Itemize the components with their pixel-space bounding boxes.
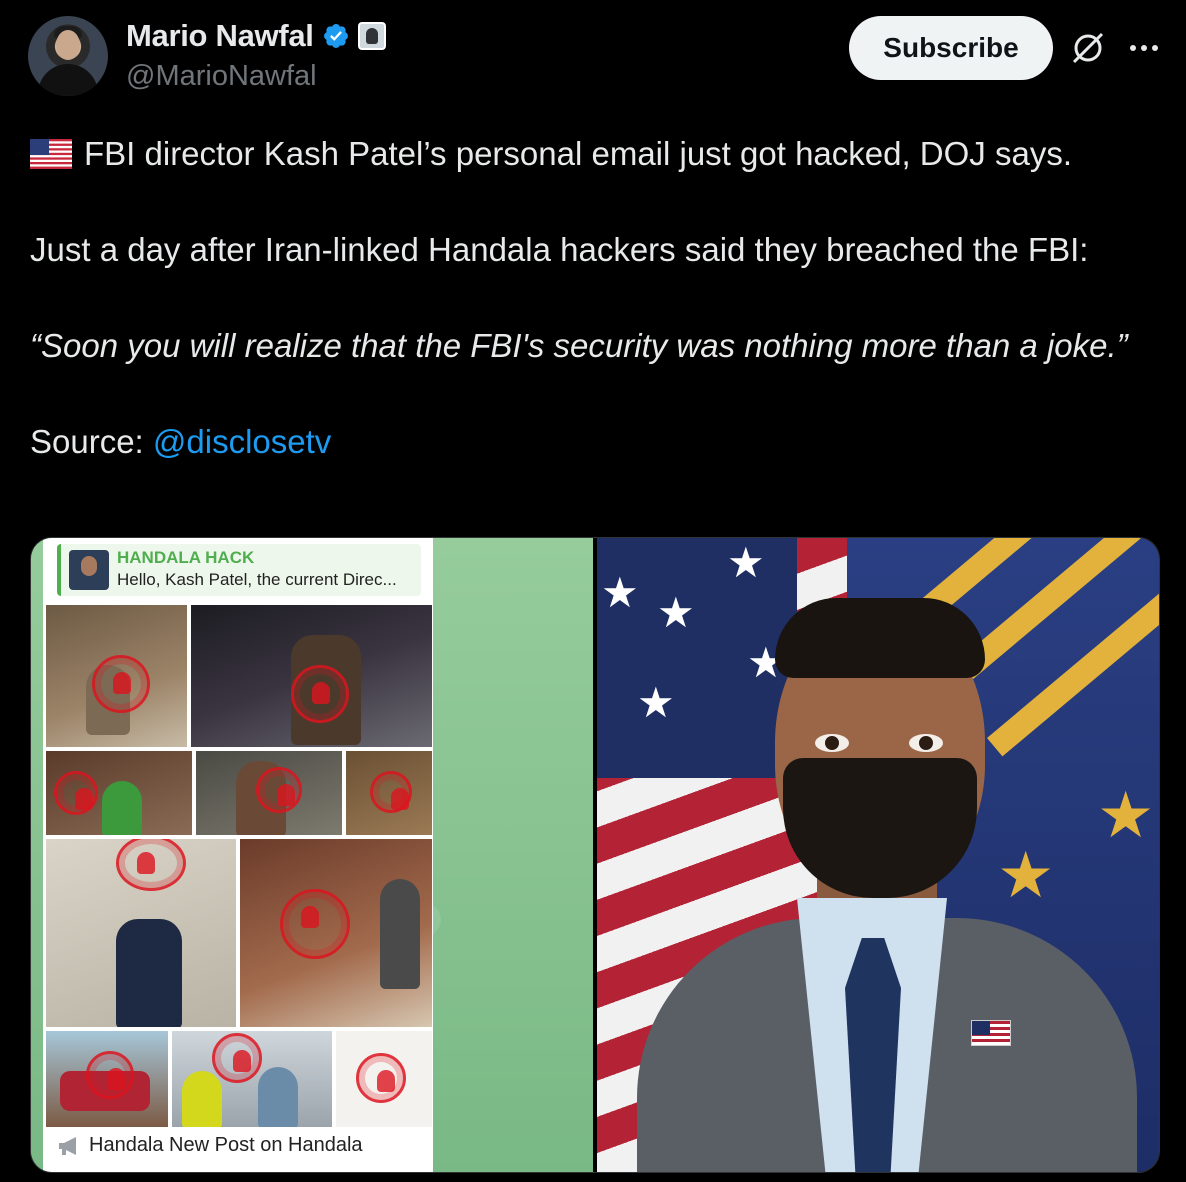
tweet-media[interactable]: HANDALA HACK Hello, Kash Patel, the curr…	[30, 537, 1160, 1173]
leaked-photo	[45, 838, 237, 1028]
author-handle[interactable]: @MarioNawfal	[126, 60, 317, 93]
source-label: Source:	[30, 423, 153, 460]
leaked-photo-grid	[45, 604, 433, 1128]
telegram-footer: Handala New Post on Handala	[57, 1134, 363, 1157]
telegram-reply-quote: HANDALA HACK Hello, Kash Patel, the curr…	[57, 544, 421, 596]
media-image-portrait[interactable]: ★ ★ ★ ★ ★ ★ ★	[597, 538, 1159, 1172]
tweet-source: Source: @disclosetv	[30, 418, 1160, 466]
reply-title: HANDALA HACK	[117, 548, 255, 567]
author-name-row: Mario Nawfal	[126, 18, 386, 54]
tweet-header: Mario Nawfal @MarioNawfal Subscribe	[28, 16, 1168, 100]
necktie	[845, 938, 901, 1172]
flag-canton: ★ ★ ★ ★ ★	[597, 538, 797, 778]
affiliate-badge-icon[interactable]	[357, 22, 386, 50]
leaked-photo	[45, 604, 188, 748]
tweet-line-1-text: FBI director Kash Patel’s personal email…	[84, 135, 1073, 172]
right-eye	[909, 734, 943, 752]
leaked-photo	[239, 838, 433, 1028]
source-mention-link[interactable]: @disclosetv	[153, 423, 331, 460]
leaked-photo	[345, 750, 433, 836]
leaked-photo	[171, 1030, 333, 1128]
left-eye	[815, 734, 849, 752]
author-display-name[interactable]: Mario Nawfal	[126, 18, 314, 54]
more-icon[interactable]	[1126, 30, 1162, 66]
leaked-photo	[195, 750, 343, 836]
leaked-document-image	[335, 1030, 433, 1128]
reply-avatar	[69, 550, 109, 590]
verified-badge-icon	[323, 24, 348, 48]
us-flag-icon	[30, 139, 72, 169]
avatar[interactable]	[28, 16, 108, 96]
tweet-quote: “Soon you will realize that the FBI's se…	[30, 327, 1128, 364]
megaphone-icon	[59, 1136, 76, 1155]
tweet-text: FBI director Kash Patel’s personal email…	[30, 130, 1160, 466]
tweet-line-1: FBI director Kash Patel’s personal email…	[30, 130, 1160, 178]
flag-lapel-pin	[971, 1020, 1011, 1046]
telegram-message-card: HANDALA HACK Hello, Kash Patel, the curr…	[43, 538, 433, 1172]
reply-text: Hello, Kash Patel, the current Direc...	[117, 570, 397, 589]
leaked-photo	[190, 604, 433, 748]
hair	[775, 598, 985, 678]
leaked-photo	[45, 1030, 169, 1128]
media-image-telegram-post[interactable]: HANDALA HACK Hello, Kash Patel, the curr…	[31, 538, 593, 1172]
leaked-photo	[45, 750, 193, 836]
telegram-footer-text: Handala New Post on Handala	[89, 1134, 363, 1156]
subscribe-button[interactable]: Subscribe	[849, 16, 1053, 80]
grok-icon[interactable]	[1068, 28, 1108, 68]
tweet-line-2: Just a day after Iran-linked Handala hac…	[30, 231, 1089, 268]
